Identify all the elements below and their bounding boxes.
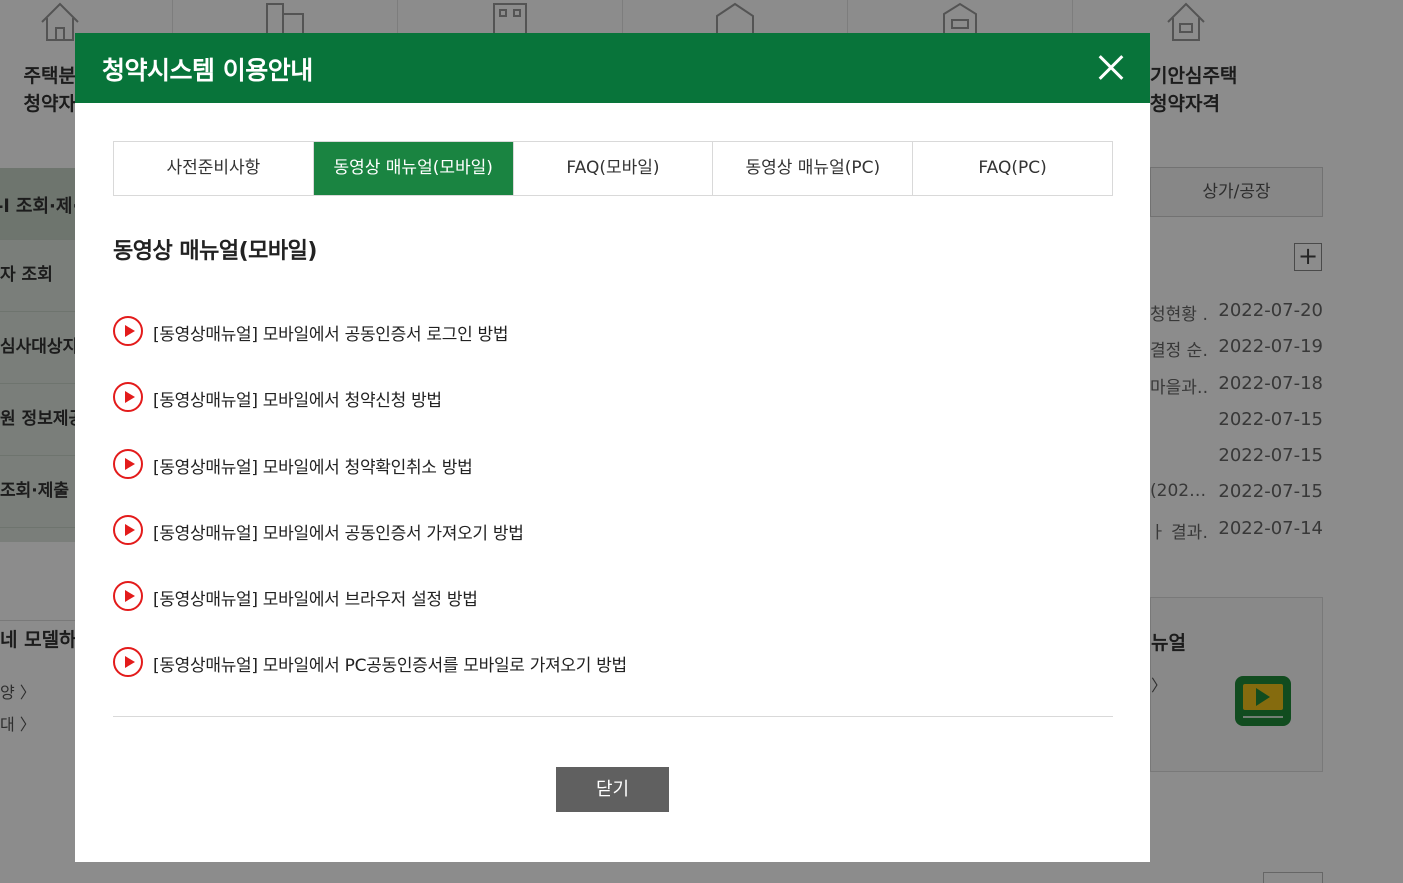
- play-icon: [113, 647, 143, 678]
- close-icon[interactable]: [1092, 49, 1130, 87]
- tab-faq-pc[interactable]: FAQ(PC): [913, 142, 1112, 195]
- video-list: [동영상매뉴얼] 모바일에서 공동인증서 로그인 방법 [동영상매뉴얼] 모바일…: [113, 316, 1113, 714]
- tab-bar: 사전준비사항 동영상 매뉴얼(모바일) FAQ(모바일) 동영상 매뉴얼(PC)…: [113, 141, 1113, 196]
- video-link[interactable]: [동영상매뉴얼] 모바일에서 공동인증서 가져오기 방법: [153, 519, 524, 544]
- play-icon: [113, 316, 143, 346]
- divider: [113, 716, 1113, 717]
- video-link[interactable]: [동영상매뉴얼] 모바일에서 공동인증서 로그인 방법: [153, 320, 509, 345]
- tab-faq-mobile[interactable]: FAQ(모바일): [513, 142, 714, 195]
- modal-title: 청약시스템 이용안내: [102, 56, 313, 85]
- play-icon: [113, 514, 143, 545]
- close-button[interactable]: 닫기: [556, 767, 669, 812]
- video-item[interactable]: [동영상매뉴얼] 모바일에서 공동인증서 가져오기 방법: [113, 514, 1113, 581]
- tab-video-manual-pc[interactable]: 동영상 매뉴얼(PC): [713, 142, 914, 195]
- video-link[interactable]: [동영상매뉴얼] 모바일에서 청약신청 방법: [153, 386, 442, 411]
- video-item[interactable]: [동영상매뉴얼] 모바일에서 공동인증서 로그인 방법: [113, 316, 1113, 382]
- video-link[interactable]: [동영상매뉴얼] 모바일에서 브라우저 설정 방법: [153, 585, 478, 610]
- modal-header: 청약시스템 이용안내: [75, 33, 1150, 103]
- tab-video-manual-mobile[interactable]: 동영상 매뉴얼(모바일): [313, 142, 514, 195]
- video-item[interactable]: [동영상매뉴얼] 모바일에서 브라우저 설정 방법: [113, 581, 1113, 647]
- video-link[interactable]: [동영상매뉴얼] 모바일에서 청약확인취소 방법: [153, 453, 473, 478]
- section-title: 동영상 매뉴얼(모바일): [113, 239, 317, 264]
- play-icon: [113, 448, 143, 479]
- video-item[interactable]: [동영상매뉴얼] 모바일에서 PC공동인증서를 모바일로 가져오기 방법: [113, 647, 1113, 713]
- video-link[interactable]: [동영상매뉴얼] 모바일에서 PC공동인증서를 모바일로 가져오기 방법: [153, 651, 627, 676]
- guide-modal: 청약시스템 이용안내 사전준비사항 동영상 매뉴얼(모바일) FAQ(모바일) …: [75, 33, 1150, 862]
- tab-preparation[interactable]: 사전준비사항: [114, 142, 314, 195]
- play-icon: [113, 581, 143, 612]
- video-item[interactable]: [동영상매뉴얼] 모바일에서 청약확인취소 방법: [113, 448, 1113, 515]
- video-item[interactable]: [동영상매뉴얼] 모바일에서 청약신청 방법: [113, 382, 1113, 448]
- play-icon: [113, 382, 143, 413]
